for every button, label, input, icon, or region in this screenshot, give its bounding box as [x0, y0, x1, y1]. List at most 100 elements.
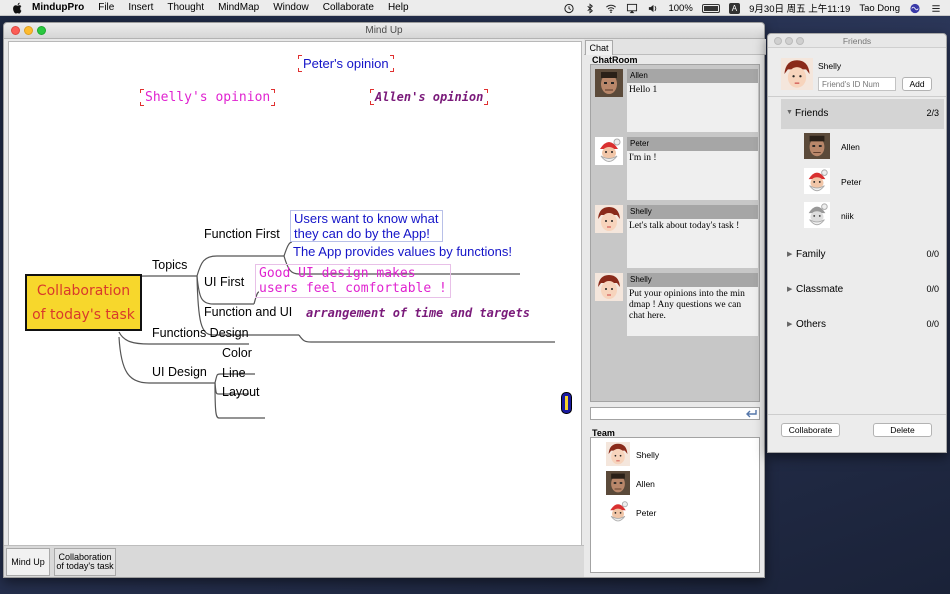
bluetooth-icon[interactable]	[584, 2, 596, 14]
avatar-allen	[606, 471, 630, 495]
battery-percent: 100%	[668, 2, 693, 14]
menu-bar: MindupPro File Insert Thought MindMap Wi…	[0, 0, 950, 16]
group-name: Classmate	[796, 284, 844, 295]
team-member-name: Peter	[636, 508, 657, 518]
friend-niik[interactable]: niik	[804, 202, 924, 232]
chat-message: Shelly Let's talk about today's task !	[595, 205, 758, 269]
note-good-ui[interactable]: Good UI design makes users feel comforta…	[255, 264, 451, 298]
group-family[interactable]: ▶ Family 0/0	[782, 240, 944, 270]
tab-collaboration-line-2: of today's task	[56, 561, 114, 571]
friend-peter[interactable]: Peter	[804, 168, 924, 198]
node-ui-design[interactable]: UI Design	[152, 365, 207, 379]
group-name: Friends	[795, 108, 829, 119]
add-friend-button[interactable]: Add	[902, 77, 932, 91]
opinion-shelly-label: Shelly's opinion	[145, 90, 271, 105]
group-name: Family	[796, 249, 826, 260]
node-topics[interactable]: Topics	[152, 258, 187, 272]
airplay-icon[interactable]	[626, 3, 638, 14]
connector-arrangement	[298, 334, 555, 343]
opinion-shelly[interactable]: Shelly's opinion	[140, 89, 276, 106]
input-method-badge[interactable]: A	[728, 2, 741, 14]
notification-center-icon[interactable]	[930, 3, 942, 14]
root-node[interactable]: Collaboration of today's task	[25, 274, 142, 331]
avatar-peter	[595, 137, 623, 165]
tab-mind-up[interactable]: Mind Up	[6, 548, 50, 576]
friend-id-input[interactable]	[818, 77, 896, 91]
note-good-ui-line-2: users feel comfortable !	[259, 281, 447, 296]
wifi-icon[interactable]	[605, 3, 617, 14]
chat-message: Allen Hello 1	[595, 69, 758, 133]
menu-collaborate[interactable]: Collaborate	[323, 2, 374, 13]
note-users-want-line-1: Users want to know what	[294, 211, 439, 226]
node-function-and-ui[interactable]: Function and UI	[204, 305, 292, 319]
apple-icon[interactable]	[12, 2, 24, 14]
friend-allen[interactable]: Allen	[804, 133, 924, 163]
group-name: Others	[796, 319, 827, 330]
status-area: 100% A 9月30日 周五 上午11:19 Tao Dong	[563, 0, 942, 16]
avatar-shelly	[606, 442, 630, 466]
note-users-want[interactable]: Users want to know what they can do by t…	[290, 210, 443, 242]
menu-insert[interactable]: Insert	[128, 2, 153, 13]
main-titlebar[interactable]: Mind Up	[4, 23, 764, 39]
tab-collaboration[interactable]: Collaboration of today's task	[54, 548, 116, 576]
connector-users-want	[283, 241, 293, 257]
collapsed-caret-icon: ▶	[787, 251, 793, 258]
team-member[interactable]: Peter	[606, 500, 726, 526]
expanded-caret-icon: ▼	[786, 109, 793, 116]
node-layout[interactable]: Layout	[222, 385, 260, 399]
tab-chat[interactable]: Chat	[585, 40, 613, 55]
menu-mindmap[interactable]: MindMap	[218, 2, 259, 13]
node-line[interactable]: Line	[222, 366, 246, 380]
avatar-allen	[804, 133, 830, 159]
node-ui-first[interactable]: UI First	[204, 275, 244, 289]
menu-window[interactable]: Window	[273, 2, 309, 13]
team-member-name: Allen	[636, 479, 655, 489]
menu-help[interactable]: Help	[388, 2, 409, 13]
collapsed-caret-icon: ▶	[787, 286, 793, 293]
chat-sender: Allen	[627, 69, 758, 83]
user-name[interactable]: Tao Dong	[859, 3, 900, 14]
window-title: Mind Up	[365, 25, 403, 36]
menu-app-name[interactable]: MindupPro	[32, 2, 84, 13]
opinion-allen[interactable]: Allen's opinion	[370, 89, 489, 105]
delete-button[interactable]: Delete	[873, 423, 932, 437]
note-app-provides[interactable]: The App provides values by functions!	[293, 244, 512, 259]
time-machine-icon[interactable]	[563, 3, 575, 14]
avatar-shelly	[595, 205, 623, 233]
group-count: 0/0	[926, 284, 939, 294]
chatroom-panel[interactable]: Allen Hello 1 Peter I'm in ! Shelly Let'…	[590, 64, 760, 402]
note-arrangement[interactable]: arrangement of time and targets	[306, 306, 530, 321]
chat-tab-bar: Chat	[584, 39, 766, 55]
send-icon[interactable]	[745, 409, 757, 419]
group-others[interactable]: ▶ Others 0/0	[782, 310, 944, 340]
collapsed-caret-icon: ▶	[787, 321, 793, 328]
opinion-peter[interactable]: Peter's opinion	[298, 55, 394, 72]
group-classmate[interactable]: ▶ Classmate 0/0	[782, 275, 944, 305]
chat-sender: Shelly	[627, 205, 758, 219]
clock[interactable]: 9月30日 周五 上午11:19	[749, 1, 850, 15]
collaborate-button[interactable]: Collaborate	[781, 423, 840, 437]
battery-icon[interactable]	[701, 3, 720, 13]
siri-icon[interactable]	[909, 3, 921, 14]
node-functions-design[interactable]: Functions Design	[152, 326, 249, 340]
friends-titlebar[interactable]: Friends	[768, 34, 946, 48]
menu-thought[interactable]: Thought	[167, 2, 204, 13]
node-color[interactable]: Color	[222, 346, 252, 360]
scroll-handle[interactable]	[561, 392, 572, 414]
root-line-2: of today's task	[32, 307, 135, 323]
chat-input[interactable]	[590, 407, 760, 420]
menu-file[interactable]: File	[98, 2, 114, 13]
group-friends[interactable]: ▼ Friends 2/3	[781, 99, 944, 129]
my-avatar	[781, 58, 813, 90]
document-tab-bar: Mind Up Collaboration of today's task	[4, 545, 584, 577]
divider	[768, 414, 946, 415]
node-function-first[interactable]: Function First	[204, 227, 280, 241]
volume-icon[interactable]	[647, 3, 659, 14]
tab-mind-up-label: Mind Up	[11, 556, 45, 567]
friends-window: Friends Shelly Add ▼ Friends 2/3 Allen P…	[767, 33, 947, 453]
chat-text: Put your opinions into the min dmap ! An…	[627, 287, 758, 336]
team-member[interactable]: Shelly	[606, 442, 726, 468]
mindmap-canvas[interactable]: Peter's opinion Shelly's opinion Allen's…	[8, 41, 582, 547]
my-name: Shelly	[818, 61, 842, 71]
team-member[interactable]: Allen	[606, 471, 726, 497]
